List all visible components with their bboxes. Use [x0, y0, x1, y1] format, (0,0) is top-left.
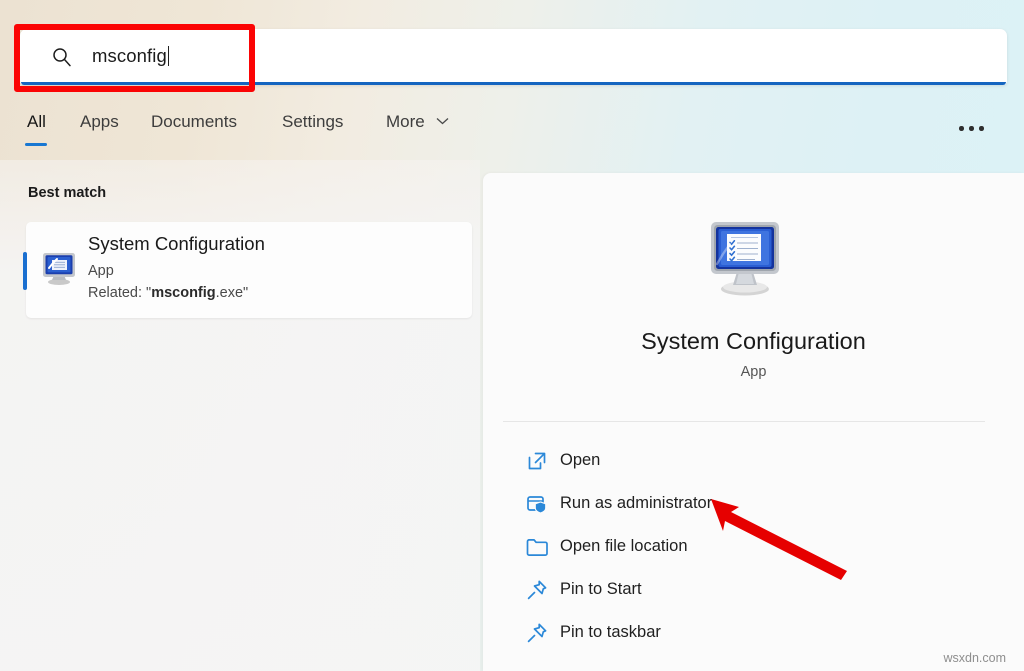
tab-documents-label: Documents [151, 112, 237, 131]
tab-settings-label: Settings [282, 112, 344, 131]
related-suffix: .exe" [215, 285, 249, 301]
ellipsis-icon-dot [959, 126, 964, 131]
tab-all[interactable]: All [25, 112, 48, 146]
related-bold-term: msconfig [151, 285, 216, 301]
preview-subtitle: App [740, 364, 767, 380]
tab-more-label: More [386, 112, 425, 131]
tab-settings[interactable]: Settings [282, 112, 343, 137]
selection-indicator [23, 252, 27, 290]
search-icon [53, 48, 71, 67]
action-open-file-location-label: Open file location [560, 537, 688, 555]
windows-search-overlay: msconfig All Apps Documents Settings Mor… [0, 0, 1024, 671]
action-open-file-location[interactable]: Open file location [503, 526, 985, 569]
shield-window-icon [527, 496, 547, 514]
search-box[interactable]: msconfig [20, 29, 1007, 85]
action-pin-to-start[interactable]: Pin to Start [503, 569, 985, 612]
tab-apps[interactable]: Apps [80, 112, 119, 137]
ellipsis-icon-dot [979, 126, 984, 131]
action-open-label: Open [560, 451, 601, 469]
result-related-text: Related: "msconfig.exe" [88, 285, 248, 301]
tab-documents[interactable]: Documents [151, 112, 237, 137]
tab-apps-label: Apps [80, 112, 119, 131]
search-input-value[interactable]: msconfig [92, 45, 170, 67]
more-options-button[interactable] [957, 117, 991, 139]
folder-icon [526, 539, 548, 556]
action-pin-to-start-label: Pin to Start [560, 580, 642, 598]
related-prefix: Related: " [88, 285, 152, 301]
best-match-heading: Best match [28, 185, 107, 201]
chevron-down-icon [437, 118, 449, 125]
action-open[interactable]: Open [503, 440, 985, 483]
tab-all-label: All [27, 112, 46, 131]
system-configuration-icon [711, 222, 779, 296]
external-link-icon [528, 452, 546, 470]
action-pin-to-taskbar[interactable]: Pin to taskbar [503, 612, 985, 655]
preview-divider [503, 421, 985, 422]
pin-icon [527, 623, 547, 643]
system-configuration-icon [43, 253, 75, 285]
pin-icon [527, 580, 547, 600]
watermark: wsxdn.com [943, 651, 1006, 665]
text-caret [167, 46, 170, 66]
result-title: System Configuration [88, 233, 265, 254]
action-pin-to-taskbar-label: Pin to taskbar [560, 623, 661, 641]
preview-title: System Configuration [641, 328, 866, 354]
action-run-as-administrator-label: Run as administrator [560, 494, 713, 512]
action-run-as-administrator[interactable]: Run as administrator [503, 483, 985, 526]
search-text: msconfig [92, 45, 167, 66]
ellipsis-icon-dot [969, 126, 974, 131]
result-subtitle: App [88, 263, 114, 279]
active-tab-underline [25, 142, 48, 146]
search-filter-tabs: All Apps Documents Settings More [0, 112, 1024, 156]
tab-more[interactable]: More [386, 112, 449, 137]
